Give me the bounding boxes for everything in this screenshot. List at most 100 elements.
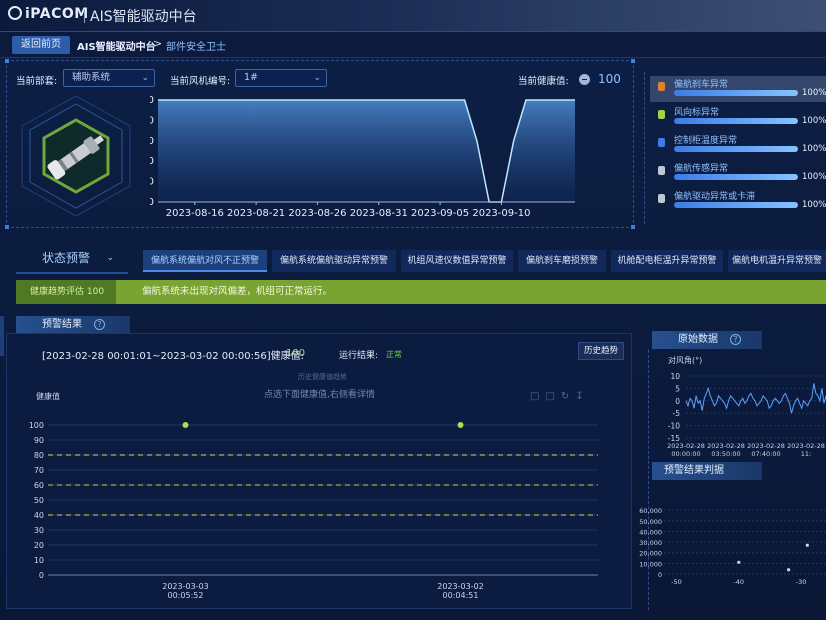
chart-toolbox: □□↻↧ — [530, 391, 590, 402]
x-tick-label: 00:05:52 — [168, 591, 204, 600]
result-y-label: 健康值 — [36, 392, 60, 401]
y-tick-label: 70 — [34, 466, 44, 475]
history-trend-button[interactable]: 历史趋势 — [578, 342, 624, 360]
banner-score: 健康趋势评估 100 — [16, 280, 116, 304]
hexagon-component-icon — [21, 95, 131, 217]
y-tick-label: 60,000 — [639, 507, 662, 515]
zoom-icon[interactable]: □ — [530, 391, 545, 402]
run-value: 正常 — [386, 350, 402, 359]
status-title-label: 状态预警 — [42, 251, 91, 265]
health-value: 100 — [598, 72, 621, 86]
x-tick-label: 00:00:00 — [671, 450, 700, 458]
tab-warning[interactable]: 偏航电机温升异常预警 — [728, 250, 826, 272]
title-divider — [84, 9, 85, 23]
y-tick-label: 100 — [150, 95, 154, 106]
alarm-name: 风向标异常 — [674, 108, 720, 118]
turbine-label: 当前风机编号: — [170, 76, 231, 87]
y-tick-label: 80 — [150, 115, 154, 126]
x-tick-label: 2023-08-16 — [166, 208, 224, 219]
breadcrumb: 返回前页 AIS智能驱动中台 > 部件安全卫士 — [0, 32, 826, 58]
data-point — [737, 560, 741, 564]
back-button[interactable]: 返回前页 — [12, 36, 70, 54]
alarm-item[interactable]: 偏航刹车异常 100% — [650, 76, 826, 102]
refresh-icon[interactable]: ↻ — [561, 391, 575, 402]
alarm-progress-bar — [674, 202, 798, 208]
x-tick-label: -50 — [671, 578, 682, 586]
tab-warning[interactable]: 偏航系统偏航对风不正预警 — [143, 250, 267, 272]
y-tick-label: 40 — [150, 156, 154, 167]
chevron-down-icon: ⌄ — [106, 253, 114, 263]
y-tick-label: 0 — [150, 197, 154, 208]
y-tick-label: 60 — [34, 481, 44, 490]
alarm-status-icon — [658, 82, 665, 91]
dept-label: 当前部套: — [16, 76, 58, 87]
alarm-name: 偏航刹车异常 — [674, 80, 729, 90]
turbine-select[interactable]: 1# ⌄ — [235, 69, 327, 87]
alarm-item[interactable]: 偏航驱动异常或卡滞 100% — [650, 188, 826, 214]
x-tick-label: 11: — [801, 450, 811, 458]
data-point — [805, 543, 809, 547]
logo-text: iPACOM — [25, 6, 89, 22]
data-point — [182, 422, 189, 428]
run-label: 运行结果: — [339, 351, 379, 361]
alarm-percent: 100% — [802, 88, 826, 98]
result-section-title: 预警结果? — [16, 316, 130, 334]
dept-select[interactable]: 辅助系统 ⌄ — [63, 69, 155, 87]
y-tick-label: 20 — [34, 541, 44, 550]
alarm-status-icon — [658, 138, 665, 147]
y-tick-label: 40,000 — [639, 528, 662, 536]
data-point — [457, 422, 464, 428]
top-bar: iPACOM AIS智能驱动中台 — [0, 0, 826, 32]
help-icon[interactable]: ? — [94, 319, 105, 330]
alarm-name: 偏航驱动异常或卡滞 — [674, 192, 756, 202]
alarm-item[interactable]: 偏航传感异常 100% — [650, 160, 826, 186]
y-tick-label: 30 — [34, 526, 44, 535]
alarm-item[interactable]: 风向标异常 100% — [650, 104, 826, 130]
download-icon[interactable]: ↧ — [575, 391, 589, 402]
tab-warning[interactable]: 机组风速仪数值异常预警 — [401, 250, 513, 272]
y-tick-label: 5 — [675, 384, 680, 393]
tab-warning[interactable]: 偏航系统偏航驱动异常预警 — [272, 250, 396, 272]
y-tick-label: 80 — [34, 451, 44, 460]
tab-warning[interactable]: 机舱配电柜温升异常预警 — [611, 250, 723, 272]
x-tick-label: -40 — [733, 578, 744, 586]
y-tick-label: 100 — [29, 421, 44, 430]
alarm-percent: 100% — [802, 200, 826, 210]
panel-corner — [5, 225, 9, 229]
alarm-item[interactable]: 控制柜温度异常 100% — [650, 132, 826, 158]
side-handle[interactable] — [0, 316, 4, 356]
panel-corner — [5, 59, 9, 63]
y-tick-label: 50 — [34, 496, 44, 505]
raw-line-chart: 1050-5-10-152023-02-2800:00:002023-02-28… — [667, 372, 826, 458]
y-tick-label: -10 — [668, 422, 680, 431]
alarm-percent: 100% — [802, 144, 826, 154]
alarm-name: 控制柜温度异常 — [674, 136, 738, 146]
y-tick-label: 50,000 — [639, 518, 662, 526]
x-tick-label: 2023-03-03 — [162, 582, 209, 591]
result-scatter-chart: 10090807060504030201002023-03-0300:05:52… — [29, 421, 598, 600]
status-title[interactable]: 状态预警 ⌄ — [16, 244, 128, 274]
x-tick-label: 2023-09-05 — [411, 208, 469, 219]
chevron-down-icon: ⌄ — [141, 73, 149, 83]
raw-y-label: 对风角(°) — [668, 356, 703, 365]
x-tick-label: 00:04:51 — [443, 591, 479, 600]
breadcrumb-home[interactable]: AIS智能驱动中台 — [77, 38, 156, 53]
result-section-label: 预警结果 — [42, 319, 82, 330]
raw-section-label: 原始数据 — [678, 334, 718, 345]
zoom-reset-icon[interactable]: □ — [545, 391, 560, 402]
result-health-value: 100 — [286, 348, 306, 359]
x-tick-label: 2023-08-31 — [350, 208, 408, 219]
alarm-status-icon — [658, 166, 665, 175]
minus-circle-icon — [579, 74, 590, 85]
x-tick-label: 2023-08-21 — [227, 208, 285, 219]
series-line — [685, 383, 826, 414]
chart-subtitle: 历史健康值趋势 — [298, 373, 347, 381]
tab-warning[interactable]: 偏航刹车磨损预警 — [518, 250, 606, 272]
help-icon[interactable]: ? — [730, 334, 741, 345]
panel-corner — [631, 59, 635, 63]
y-tick-label: 0 — [658, 571, 662, 579]
alarm-progress-bar — [674, 146, 798, 152]
health-banner: 健康趋势评估 100 偏航系统未出现对风偏差，机组可正常运行。 — [16, 280, 826, 304]
alarm-progress-bar — [674, 174, 798, 180]
y-tick-label: 10 — [670, 372, 680, 381]
